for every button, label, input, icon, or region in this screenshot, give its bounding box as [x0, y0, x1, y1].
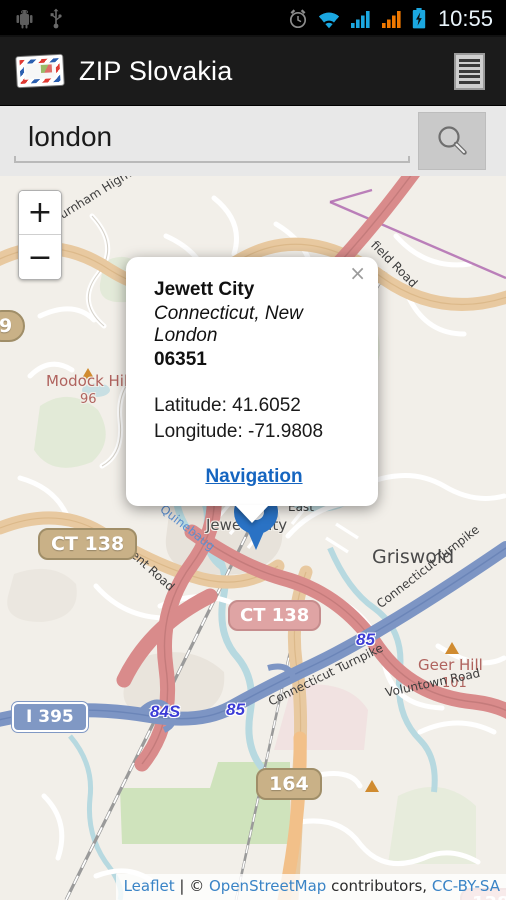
popup-region: Connecticut, New London [154, 303, 303, 346]
map-route-shield-ct138-west: CT 138 [38, 528, 138, 560]
map-popup[interactable]: × Jewett City Connecticut, New London 06… [126, 257, 378, 524]
signal-sim1-icon [350, 10, 370, 28]
map-view[interactable]: Griswold Jewett City Modock Hill 96 Geer… [0, 176, 506, 900]
wifi-icon [318, 12, 339, 28]
app-title: ZIP Slovakia [79, 55, 233, 86]
attribution-license-link[interactable]: CC-BY-SA [432, 877, 500, 895]
attribution-leaflet-link[interactable]: Leaflet [124, 877, 175, 895]
popup-close-button[interactable]: × [349, 263, 366, 283]
attribution-separator: | © [174, 877, 209, 895]
search-input[interactable] [14, 115, 410, 159]
status-bar-clock: 10:55 [437, 5, 493, 31]
action-bar: ZIP Slovakia [0, 37, 506, 106]
map-route-shield-ct138-east: CT 138 [228, 600, 322, 631]
battery-charging-icon [412, 8, 426, 29]
app-root: 10:55 ZIP Slovakia london Griswold Jewet… [0, 0, 506, 900]
search-field-wrapper [14, 115, 410, 167]
attribution-osm-link[interactable]: OpenStreetMap [209, 877, 326, 895]
map-road-label-connecticut-turnpike: Connecticut Turnpike [374, 522, 482, 612]
popup-coordinates: Latitude: 41.6052 Longitude: -71.9808 [154, 393, 354, 444]
popup-navigation-label: Navigation [205, 466, 303, 488]
map-peak-label-modock-hill: Modock Hill [46, 372, 133, 390]
search-button[interactable] [418, 112, 486, 170]
map-peak-elevation-geer-hill: 101 [442, 676, 467, 691]
popup-tip [235, 505, 269, 524]
map-peak-elevation-modock-hill: 96 [80, 392, 97, 407]
popup-longitude: Longitude: -71.9808 [154, 420, 324, 442]
overflow-menu-button[interactable] [454, 52, 485, 90]
map-town-label: Griswold [372, 546, 455, 568]
status-bar-right-icons: 10:55 [288, 6, 506, 32]
popup-navigation-link[interactable]: Navigation [154, 466, 354, 488]
popup-latitude: Latitude: 41.6052 [154, 395, 301, 416]
search-icon [438, 126, 467, 155]
envelope-inner [25, 62, 55, 79]
popup-zip-code: 06351 [154, 349, 207, 370]
map-zoom-control[interactable]: + − [18, 190, 62, 280]
map-route-shield-i395: I 395 [12, 702, 88, 732]
map-motorway-ref-84s: 84S [150, 702, 181, 721]
zoom-in-button[interactable]: + [19, 191, 61, 235]
zoom-out-button[interactable]: − [19, 235, 61, 279]
status-bar: 10:55 [0, 0, 506, 37]
search-bar [0, 106, 506, 176]
map-peak-label-geer-hill: Geer Hill [418, 656, 483, 674]
map-route-shield-164: 164 [256, 768, 322, 800]
list-menu-icon [454, 52, 485, 90]
android-robot-icon [16, 9, 33, 28]
map-water-label-quinebaug: Quinebaug [157, 502, 218, 554]
map-motorway-ref-85-east: 85 [356, 630, 375, 649]
map-attribution: Leaflet | © OpenStreetMap contributors, … [115, 874, 506, 900]
app-icon [16, 54, 64, 87]
popup-title: Jewett City [154, 279, 255, 300]
alarm-clock-icon [289, 9, 306, 29]
map-route-shield-9: 9 [0, 310, 26, 342]
usb-icon [50, 8, 62, 29]
map-road-label-voluntown-road: Voluntown Road [384, 665, 482, 700]
signal-sim2-icon [381, 10, 401, 28]
search-input-underline [14, 156, 410, 163]
attribution-contributors: contributors, [326, 877, 432, 895]
map-motorway-ref-85-west: 85 [226, 700, 245, 719]
map-road-label-connecticut-turnpike-2: Connecticut Turnpike [266, 640, 386, 709]
airmail-envelope-icon [16, 54, 64, 87]
status-bar-left-icons [0, 8, 63, 29]
